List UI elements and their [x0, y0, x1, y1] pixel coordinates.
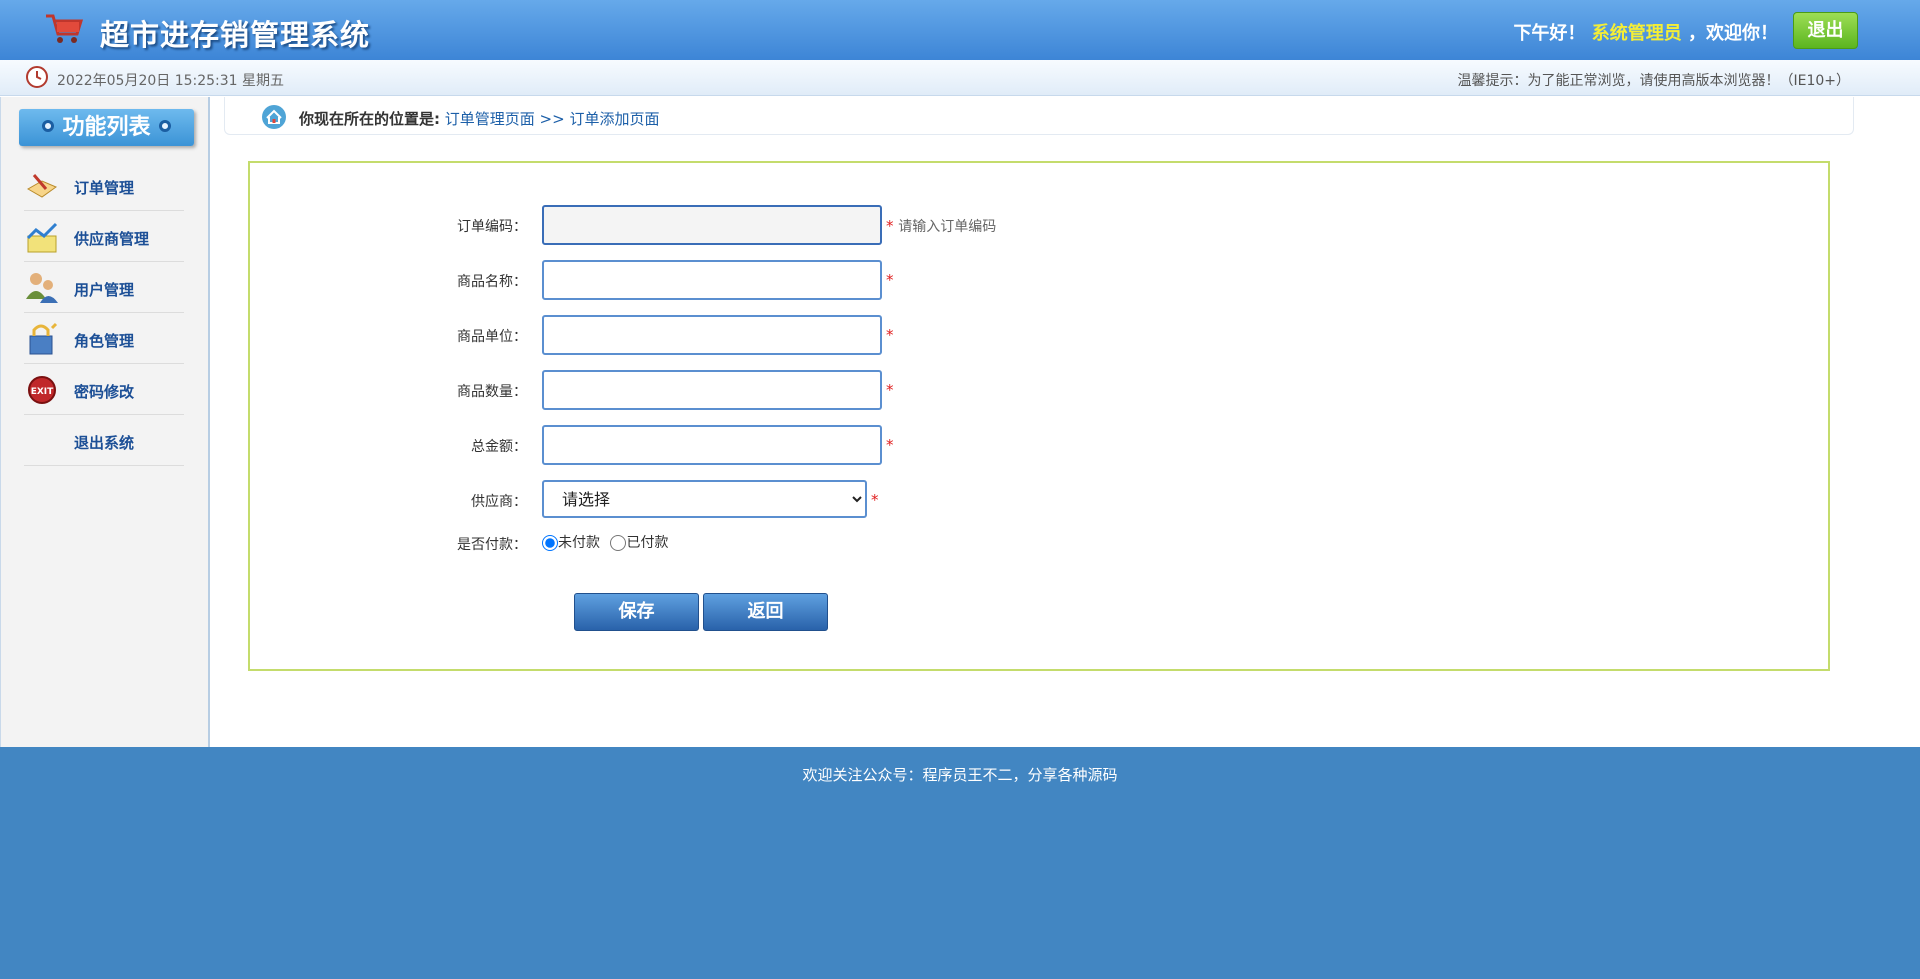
sidebar-title-label: 功能列表	[62, 115, 151, 140]
sidebar-item-label: 订单管理	[74, 179, 135, 197]
username: 系统管理员	[1591, 23, 1682, 44]
form-row-product-quantity: 商品数量： *	[250, 370, 1828, 410]
sidebar-item-password[interactable]: EXIT 密码修改	[24, 364, 184, 415]
paid-radio[interactable]	[610, 535, 627, 551]
total-amount-input[interactable]	[542, 425, 882, 465]
breadcrumb-text: 你现在所在的位置是: 订单管理页面 >> 订单添加页面	[299, 108, 659, 129]
greeting-prefix: 下午好！	[1513, 23, 1586, 44]
order-book-icon	[26, 174, 58, 198]
payment-label: 是否付款：	[457, 537, 527, 553]
header: 超市进存销管理系统 下午好！ 系统管理员 ，欢迎你！ 退出	[0, 0, 1920, 60]
form-row-total-amount: 总金额： *	[250, 425, 1828, 465]
breadcrumb-location[interactable]: 订单管理页面 >> 订单添加页面	[445, 110, 660, 128]
form-row-product-name: 商品名称： *	[250, 260, 1828, 300]
sidebar-item-order[interactable]: 订单管理	[24, 160, 184, 211]
greeting: 下午好！ 系统管理员 ，欢迎你！	[1513, 19, 1778, 45]
save-button[interactable]: 保存	[574, 593, 699, 631]
logout-button[interactable]: 退出	[1793, 12, 1858, 49]
supplier-chart-icon	[26, 222, 58, 253]
total-amount-label: 总金额：	[471, 439, 527, 455]
home-icon	[262, 105, 286, 129]
sidebar-item-label: 供应商管理	[74, 230, 150, 248]
unpaid-label: 未付款	[558, 535, 600, 551]
sidebar-item-label: 退出系统	[74, 434, 135, 452]
order-code-hint: 请输入订单编码	[898, 219, 997, 235]
sidebar-item-label: 角色管理	[74, 332, 135, 350]
browser-tip: 温馨提示：为了能正常浏览，请使用高版本浏览器！（IE10+）	[1457, 73, 1850, 89]
product-unit-input[interactable]	[542, 315, 882, 355]
clock-icon	[26, 66, 48, 88]
sidebar-menu: 订单管理 供应商管理 用户管理 角色管理 EXIT 密码修改 退出系统	[24, 160, 184, 466]
required-mark: *	[886, 326, 894, 344]
supplier-label: 供应商：	[471, 494, 527, 510]
unpaid-radio[interactable]	[542, 535, 558, 551]
payment-option-unpaid[interactable]: 未付款	[542, 535, 600, 551]
bullet-icon	[158, 120, 171, 132]
required-mark: * 请输入订单编码	[886, 216, 996, 236]
supplier-select[interactable]: 请选择	[542, 480, 867, 518]
form-row-product-unit: 商品单位： *	[250, 315, 1828, 355]
footer: 欢迎关注公众号：程序员王不二，分享各种源码	[0, 747, 1920, 979]
bullet-icon	[42, 120, 55, 132]
payment-option-paid[interactable]: 已付款	[610, 535, 668, 551]
breadcrumb-label: 你现在所在的位置是:	[299, 110, 440, 128]
product-quantity-label: 商品数量：	[457, 384, 527, 400]
footer-text: 欢迎关注公众号：程序员王不二，分享各种源码	[802, 766, 1118, 784]
svg-text:EXIT: EXIT	[31, 387, 54, 397]
payment-radio-group: 未付款 已付款	[542, 532, 674, 552]
sidebar-item-label: 密码修改	[74, 383, 135, 401]
exit-badge-icon: EXIT	[28, 376, 56, 404]
sidebar-item-logout[interactable]: 退出系统	[24, 415, 184, 466]
required-mark: *	[886, 381, 894, 399]
back-button[interactable]: 返回	[703, 593, 828, 631]
app-title: 超市进存销管理系统	[100, 18, 371, 52]
greeting-suffix: ，欢迎你！	[1688, 23, 1778, 44]
role-lock-icon	[29, 322, 58, 355]
users-icon	[26, 273, 58, 303]
required-mark: *	[886, 271, 894, 289]
sidebar-item-role[interactable]: 角色管理	[24, 313, 184, 364]
shopping-cart-icon	[46, 14, 84, 43]
order-code-label: 订单编码：	[457, 219, 527, 235]
sidebar-item-label: 用户管理	[74, 281, 135, 299]
required-mark: *	[871, 491, 879, 509]
paid-label: 已付款	[626, 535, 669, 551]
sidebar-item-supplier[interactable]: 供应商管理	[24, 211, 184, 262]
breadcrumb: 你现在所在的位置是: 订单管理页面 >> 订单添加页面	[224, 97, 1854, 135]
product-quantity-input[interactable]	[542, 370, 882, 410]
product-name-input[interactable]	[542, 260, 882, 300]
form-row-supplier: 供应商： 请选择 *	[250, 480, 1828, 520]
product-unit-label: 商品单位：	[457, 329, 527, 345]
required-mark: *	[886, 436, 894, 454]
required-star: *	[886, 217, 894, 235]
order-code-input[interactable]	[542, 205, 882, 245]
sidebar-item-user[interactable]: 用户管理	[24, 262, 184, 313]
form-row-order-code: 订单编码： * 请输入订单编码	[250, 205, 1828, 245]
status-bar: 2022年05月20日 15:25:31 星期五 温馨提示：为了能正常浏览，请使…	[0, 60, 1920, 96]
order-add-form: 订单编码： * 请输入订单编码 商品名称： * 商品单位： * 商品数量： * …	[248, 161, 1830, 671]
form-row-payment: 是否付款： 未付款 已付款	[250, 528, 1828, 568]
sidebar-title: 功能列表	[19, 109, 194, 146]
product-name-label: 商品名称：	[457, 274, 527, 290]
current-datetime: 2022年05月20日 15:25:31 星期五	[57, 73, 285, 89]
